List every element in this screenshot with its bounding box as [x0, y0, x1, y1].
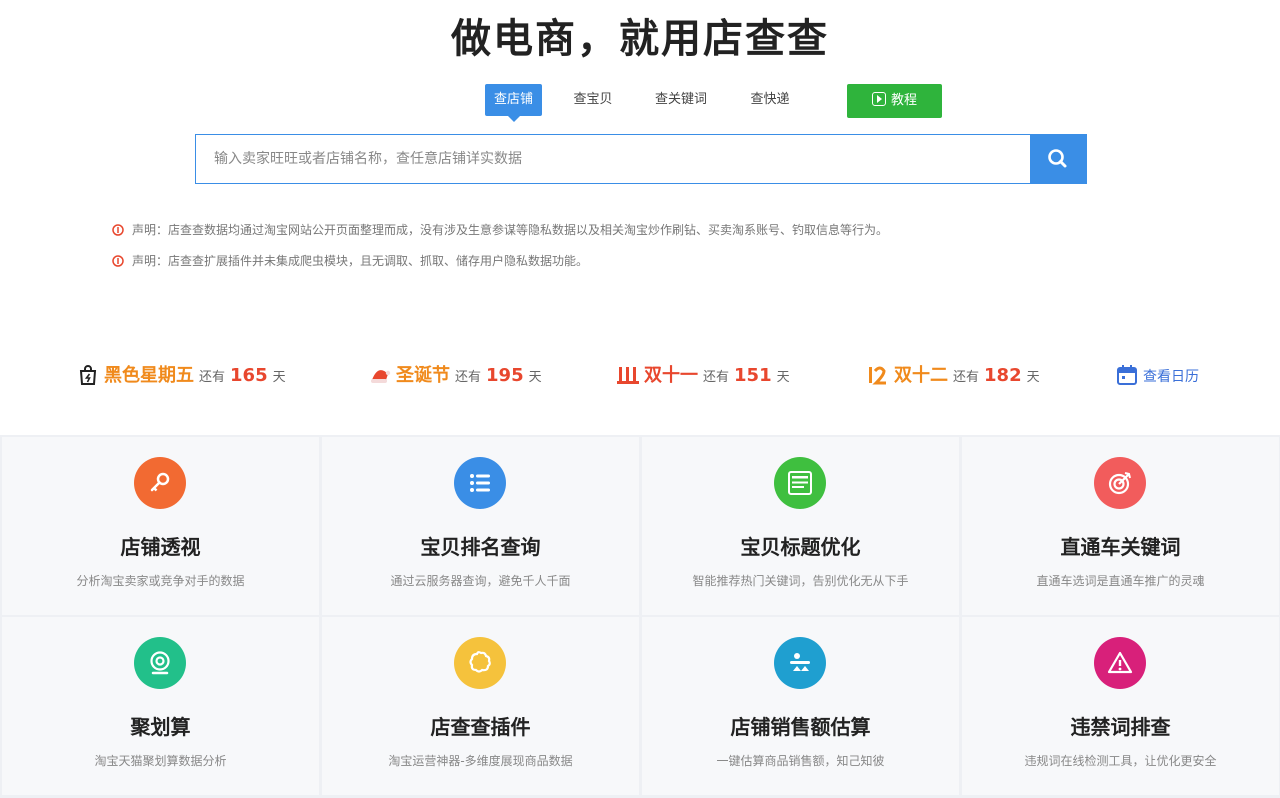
- santa-hat-icon: [371, 370, 391, 383]
- feature-title: 直通车关键词: [1060, 535, 1181, 559]
- days-unit: 天: [272, 370, 286, 385]
- list-icon: [454, 457, 506, 509]
- webcam-icon: [134, 637, 186, 689]
- tab-keyword[interactable]: 查关键词: [642, 84, 720, 116]
- search-input[interactable]: [196, 135, 1030, 183]
- feature-desc: 违规词在线检测工具，让优化更安全: [1024, 754, 1217, 768]
- notice-text: 声明：店查查扩展插件并未集成爬虫模块，且无调取、抓取、储存用户隐私数据功能。: [132, 254, 589, 268]
- feature-card-title-optimize[interactable]: 宝贝标题优化 智能推荐热门关键词，告别优化无从下手: [642, 437, 959, 615]
- tab-item[interactable]: 查宝贝: [562, 84, 624, 116]
- tutorial-button[interactable]: 教程: [847, 84, 942, 118]
- feature-title: 店查查插件: [430, 715, 531, 739]
- feature-desc: 分析淘宝卖家或竞争对手的数据: [76, 574, 245, 588]
- days-count: 151: [734, 365, 772, 386]
- days-prefix: 还有: [703, 370, 730, 385]
- event-name: 双十一: [644, 365, 698, 386]
- feature-title: 聚划算: [130, 715, 191, 739]
- countdown-double-twelve: 双十二 还有 182 天: [866, 360, 1045, 392]
- double-eleven-icon: [617, 367, 639, 384]
- countdown-christmas: 圣诞节 还有 195 天: [368, 360, 547, 392]
- days-prefix: 还有: [455, 370, 482, 385]
- alert-icon: [112, 224, 124, 236]
- feature-card-item-rank[interactable]: 宝贝排名查询 通过云服务器查询，避免千人千面: [322, 437, 639, 615]
- feature-card-ztc-keywords[interactable]: 直通车关键词 直通车选词是直通车推广的灵魂: [962, 437, 1279, 615]
- target-icon: [1094, 457, 1146, 509]
- feature-desc: 通过云服务器查询，避免千人千面: [390, 574, 571, 588]
- play-icon: [871, 92, 886, 106]
- feature-title: 店铺销售额估算: [730, 715, 871, 739]
- tab-express[interactable]: 查快递: [738, 84, 802, 116]
- event-name: 圣诞节: [396, 365, 450, 386]
- alert-icon: [112, 255, 124, 267]
- countdown-double-eleven: 双十一 还有 151 天: [616, 360, 795, 392]
- disclaimer-notice-1: 声明：店查查数据均通过淘宝网站公开页面整理而成，没有涉及生意参谋等隐私数据以及相…: [112, 220, 888, 240]
- search-type-tabs: 查店铺 查宝贝 查关键词 查快递 教程: [0, 84, 1280, 122]
- days-count: 195: [486, 365, 524, 386]
- feature-title: 违禁词排查: [1070, 715, 1171, 739]
- feature-desc: 淘宝天猫聚划算数据分析: [94, 754, 227, 768]
- days-unit: 天: [1026, 370, 1040, 385]
- feature-card-shop-insight[interactable]: 店铺透视 分析淘宝卖家或竞争对手的数据: [2, 437, 319, 615]
- key-icon: [134, 457, 186, 509]
- feature-desc: 淘宝运营神器-多维度展现商品数据: [388, 754, 573, 768]
- feature-desc: 智能推荐热门关键词，告别优化无从下手: [692, 574, 909, 588]
- event-name: 双十二: [894, 365, 948, 386]
- feature-desc: 直通车选词是直通车推广的灵魂: [1036, 574, 1205, 588]
- notice-text: 声明：店查查数据均通过淘宝网站公开页面整理而成，没有涉及生意参谋等隐私数据以及相…: [132, 223, 889, 237]
- double-twelve-icon: [869, 366, 886, 385]
- feature-card-plugin[interactable]: 店查查插件 淘宝运营神器-多维度展现商品数据: [322, 617, 639, 795]
- event-name: 黑色星期五: [104, 365, 194, 386]
- view-calendar-link[interactable]: 查看日历: [1115, 360, 1199, 392]
- search-bar: [195, 134, 1087, 184]
- disclaimer-notice-2: 声明：店查查扩展插件并未集成爬虫模块，且无调取、抓取、储存用户隐私数据功能。: [112, 251, 588, 271]
- scale-icon: [774, 637, 826, 689]
- title-icon: [774, 457, 826, 509]
- days-count: 182: [984, 365, 1022, 386]
- puzzle-icon: [454, 637, 506, 689]
- countdown-black-friday: 黑色星期五 还有 165 天: [76, 360, 291, 392]
- feature-card-banned-words[interactable]: 违禁词排查 违规词在线检测工具，让优化更安全: [962, 617, 1279, 795]
- tutorial-label: 教程: [890, 93, 917, 108]
- feature-card-juhuasuan[interactable]: 聚划算 淘宝天猫聚划算数据分析: [2, 617, 319, 795]
- feature-grid: 店铺透视 分析淘宝卖家或竞争对手的数据 宝贝排名查询 通过云服务器查询，避免千人…: [0, 435, 1280, 798]
- feature-title: 店铺透视: [120, 535, 201, 559]
- feature-title: 宝贝标题优化: [740, 535, 861, 559]
- warning-icon: [1094, 637, 1146, 689]
- shopping-bag-icon: [79, 365, 97, 385]
- festival-countdown-row: 黑色星期五 还有 165 天 圣诞节 还有 195 天 双十一 还有 151 天 双十二 还有 182…: [0, 360, 1280, 392]
- feature-title: 宝贝排名查询: [420, 535, 541, 559]
- tab-shop[interactable]: 查店铺: [485, 84, 542, 122]
- calendar-icon: [1117, 365, 1137, 385]
- days-unit: 天: [776, 370, 790, 385]
- feature-desc: 一键估算商品销售额，知己知彼: [716, 754, 885, 768]
- page-title: 做电商，就用店查查: [451, 16, 829, 62]
- days-prefix: 还有: [953, 370, 980, 385]
- search-icon: [1048, 149, 1067, 168]
- calendar-label: 查看日历: [1143, 369, 1199, 385]
- days-unit: 天: [528, 370, 542, 385]
- search-button[interactable]: [1030, 135, 1086, 183]
- days-count: 165: [230, 365, 268, 386]
- feature-card-sales-estimate[interactable]: 店铺销售额估算 一键估算商品销售额，知己知彼: [642, 617, 959, 795]
- days-prefix: 还有: [199, 370, 226, 385]
